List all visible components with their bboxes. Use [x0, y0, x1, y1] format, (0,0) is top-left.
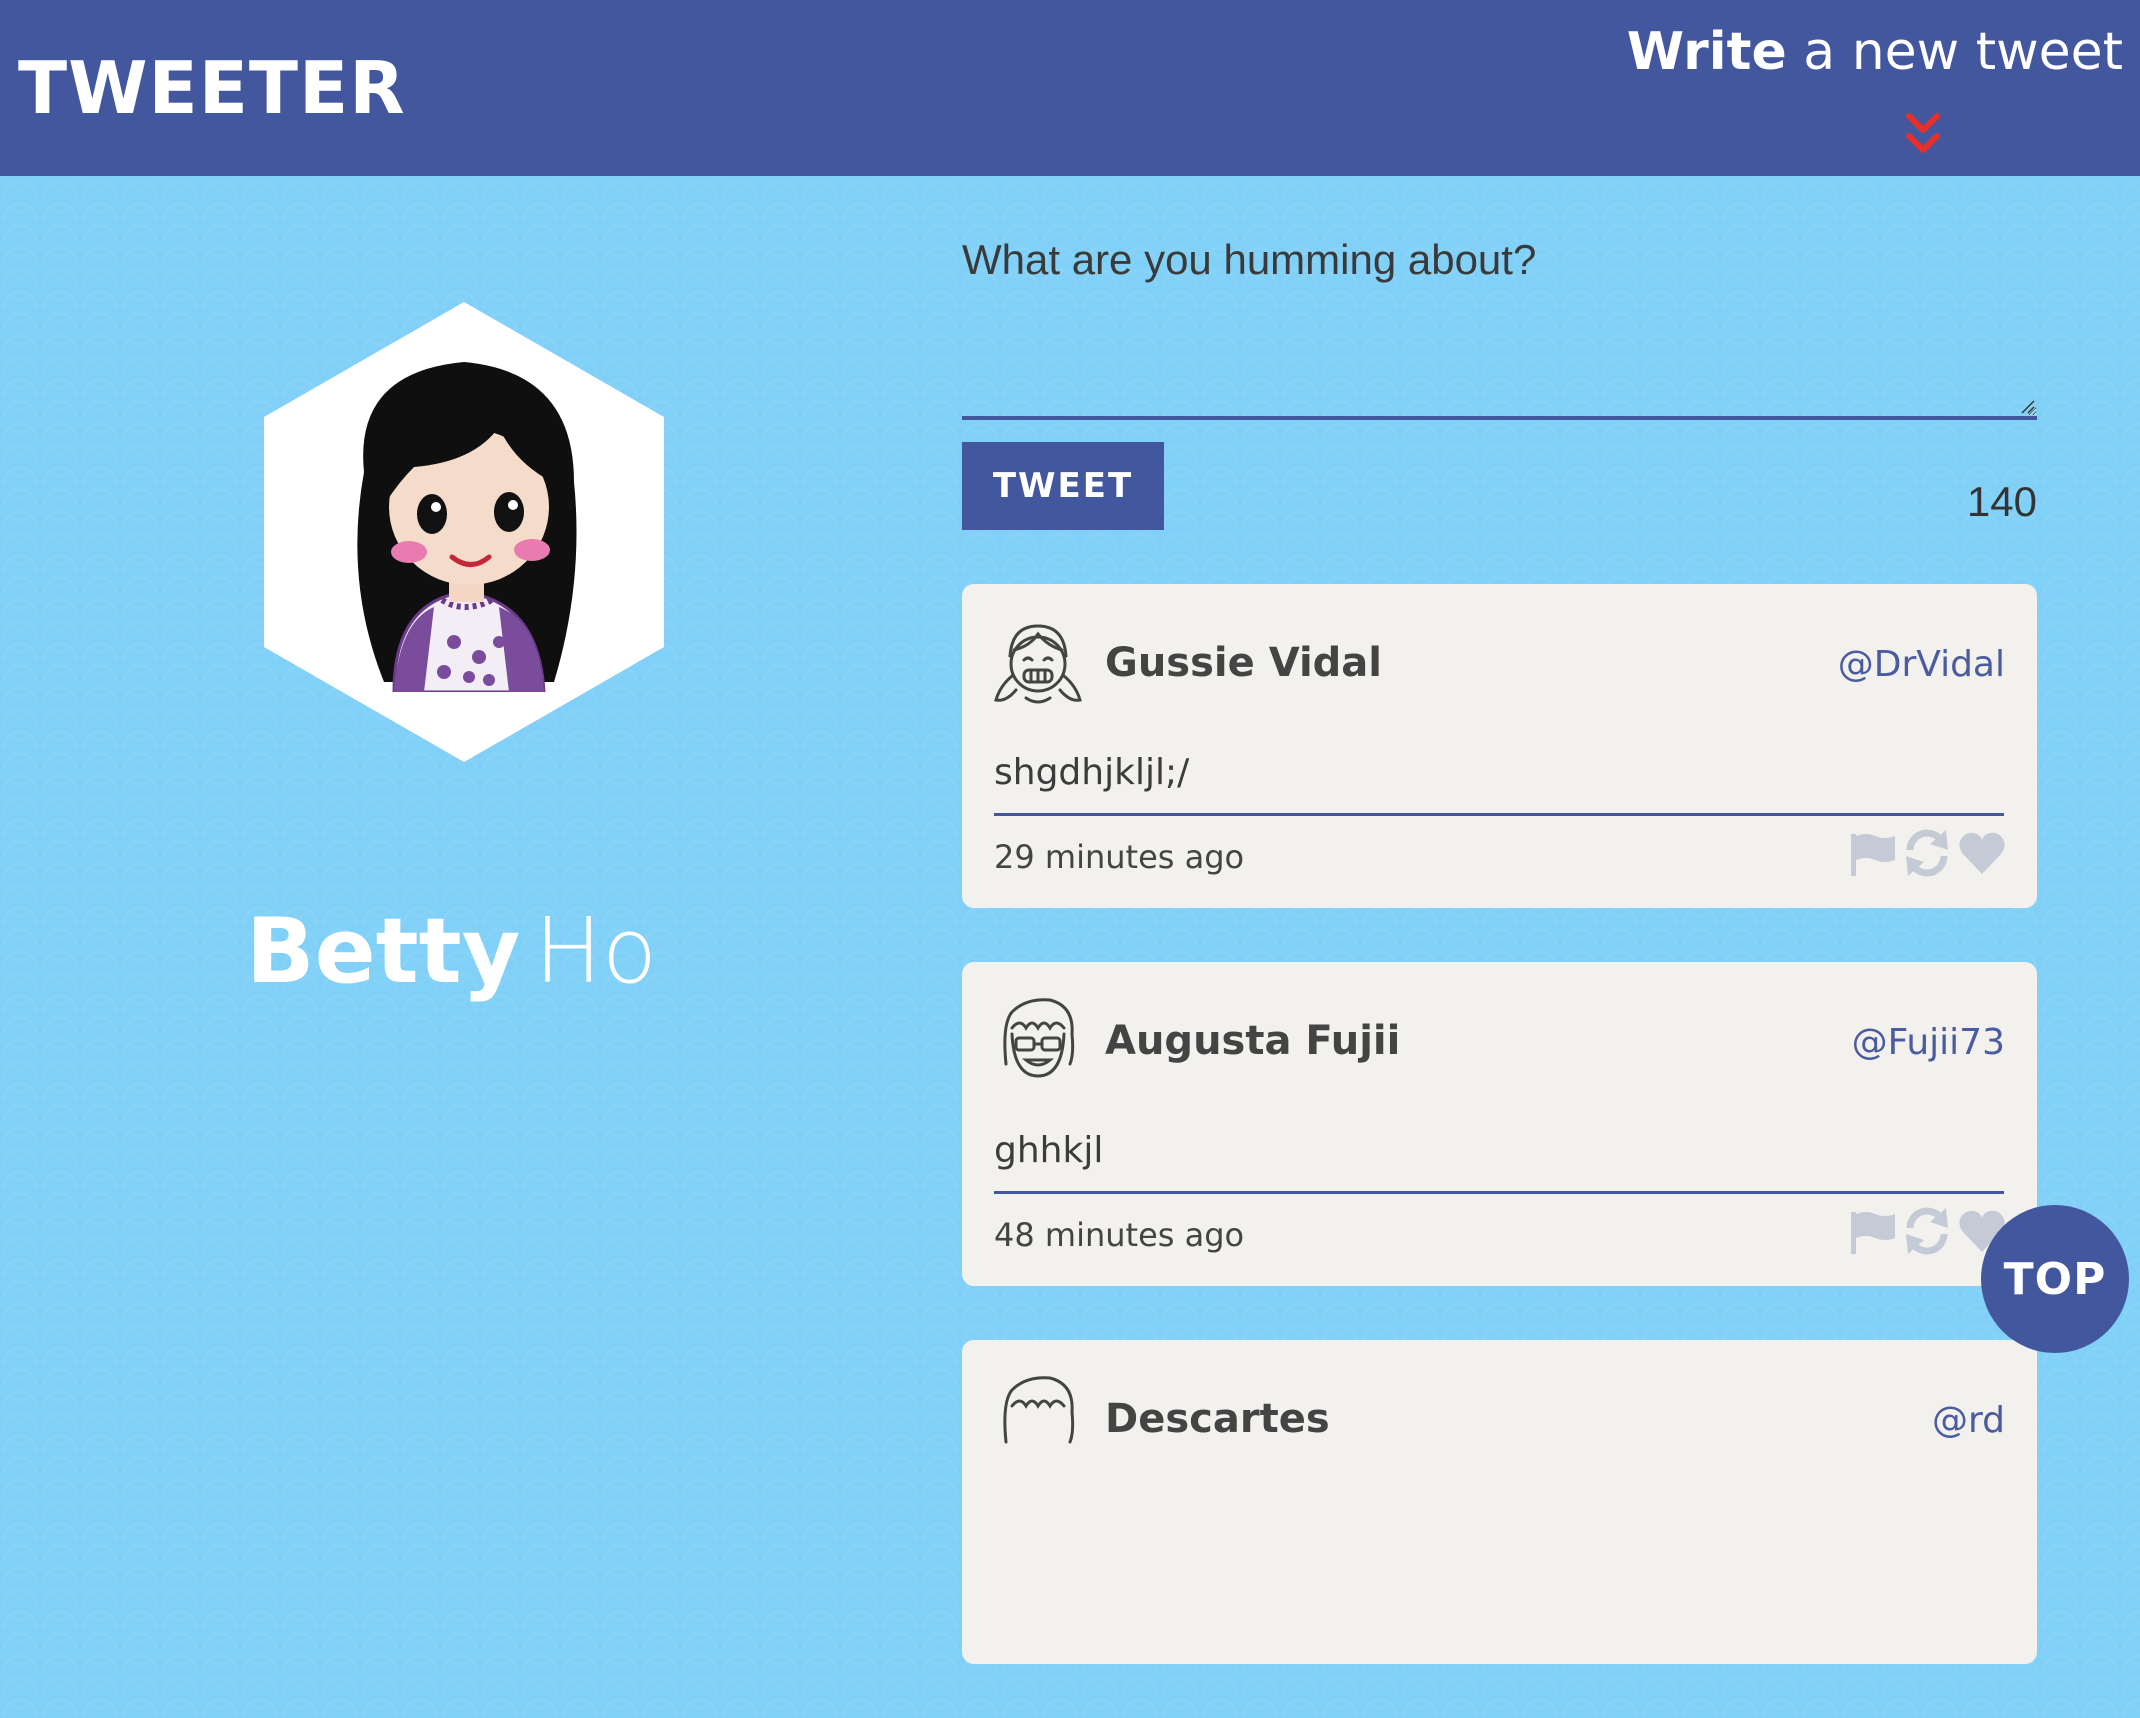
- tweet-card: Augusta Fujii @Fujii73 ghhkjl 48 minutes…: [962, 962, 2037, 1286]
- brand-logo[interactable]: TWEETER: [18, 46, 406, 130]
- tweet-card: Descartes @rd: [962, 1340, 2037, 1664]
- compose-toggle-bold: Write: [1626, 22, 1787, 82]
- profile-first-name: Betty: [246, 899, 521, 1004]
- double-chevron-down-icon[interactable]: [1905, 110, 1941, 160]
- tweet-textarea[interactable]: [962, 230, 2037, 420]
- profile-name: Betty Ho: [246, 900, 686, 1004]
- flag-icon[interactable]: [1847, 1206, 1897, 1256]
- retweet-icon[interactable]: [1902, 1206, 1952, 1256]
- tweet-text: ghhkjl: [994, 1130, 2004, 1194]
- girl-braces-avatar-icon: [994, 624, 1082, 704]
- tweet-author-name[interactable]: Gussie Vidal: [1105, 640, 1382, 686]
- flag-icon[interactable]: [1847, 828, 1897, 878]
- tweet-card: Gussie Vidal @DrVidal shgdhjkljl;/ 29 mi…: [962, 584, 2037, 908]
- tweet-button[interactable]: TWEET: [962, 442, 1164, 530]
- tweet-author-name[interactable]: Descartes: [1105, 1396, 1330, 1442]
- tweet-timestamp: 29 minutes ago: [994, 838, 1245, 876]
- heart-icon[interactable]: [1957, 828, 2007, 878]
- compose-toggle-label: Write a new tweet: [1627, 18, 2123, 86]
- tweet-list: Gussie Vidal @DrVidal shgdhjkljl;/ 29 mi…: [962, 584, 2037, 1718]
- user-avatar: [357, 362, 577, 692]
- profile-last-name: Ho: [534, 899, 658, 1004]
- navbar: TWEETER Write a new tweet: [0, 0, 2140, 176]
- girl-sunglasses-avatar-icon: [1003, 998, 1075, 1078]
- back-to-top-button[interactable]: TOP: [1981, 1205, 2129, 1353]
- tweet-text: shgdhjkljl;/: [994, 752, 2004, 816]
- compose-toggle[interactable]: Write a new tweet: [1627, 18, 2123, 168]
- compose-form: TWEET 140: [962, 230, 2037, 540]
- tweet-actions: [1847, 1204, 2007, 1258]
- resize-grip-icon[interactable]: [2019, 398, 2035, 414]
- tweet-actions: [1847, 826, 2007, 880]
- retweet-icon[interactable]: [1902, 828, 1952, 878]
- girl-avatar-icon: [1003, 1376, 1075, 1444]
- tweet-author-name[interactable]: Augusta Fujii: [1105, 1018, 1400, 1064]
- tweet-author-handle[interactable]: @Fujii73: [1852, 1022, 2005, 1063]
- compose-toggle-rest: a new tweet: [1803, 22, 2123, 82]
- character-counter: 140: [1966, 478, 2037, 525]
- tweet-author-handle[interactable]: @rd: [1932, 1400, 2005, 1441]
- tweet-timestamp: 48 minutes ago: [994, 1216, 1245, 1254]
- tweet-author-handle[interactable]: @DrVidal: [1838, 644, 2005, 685]
